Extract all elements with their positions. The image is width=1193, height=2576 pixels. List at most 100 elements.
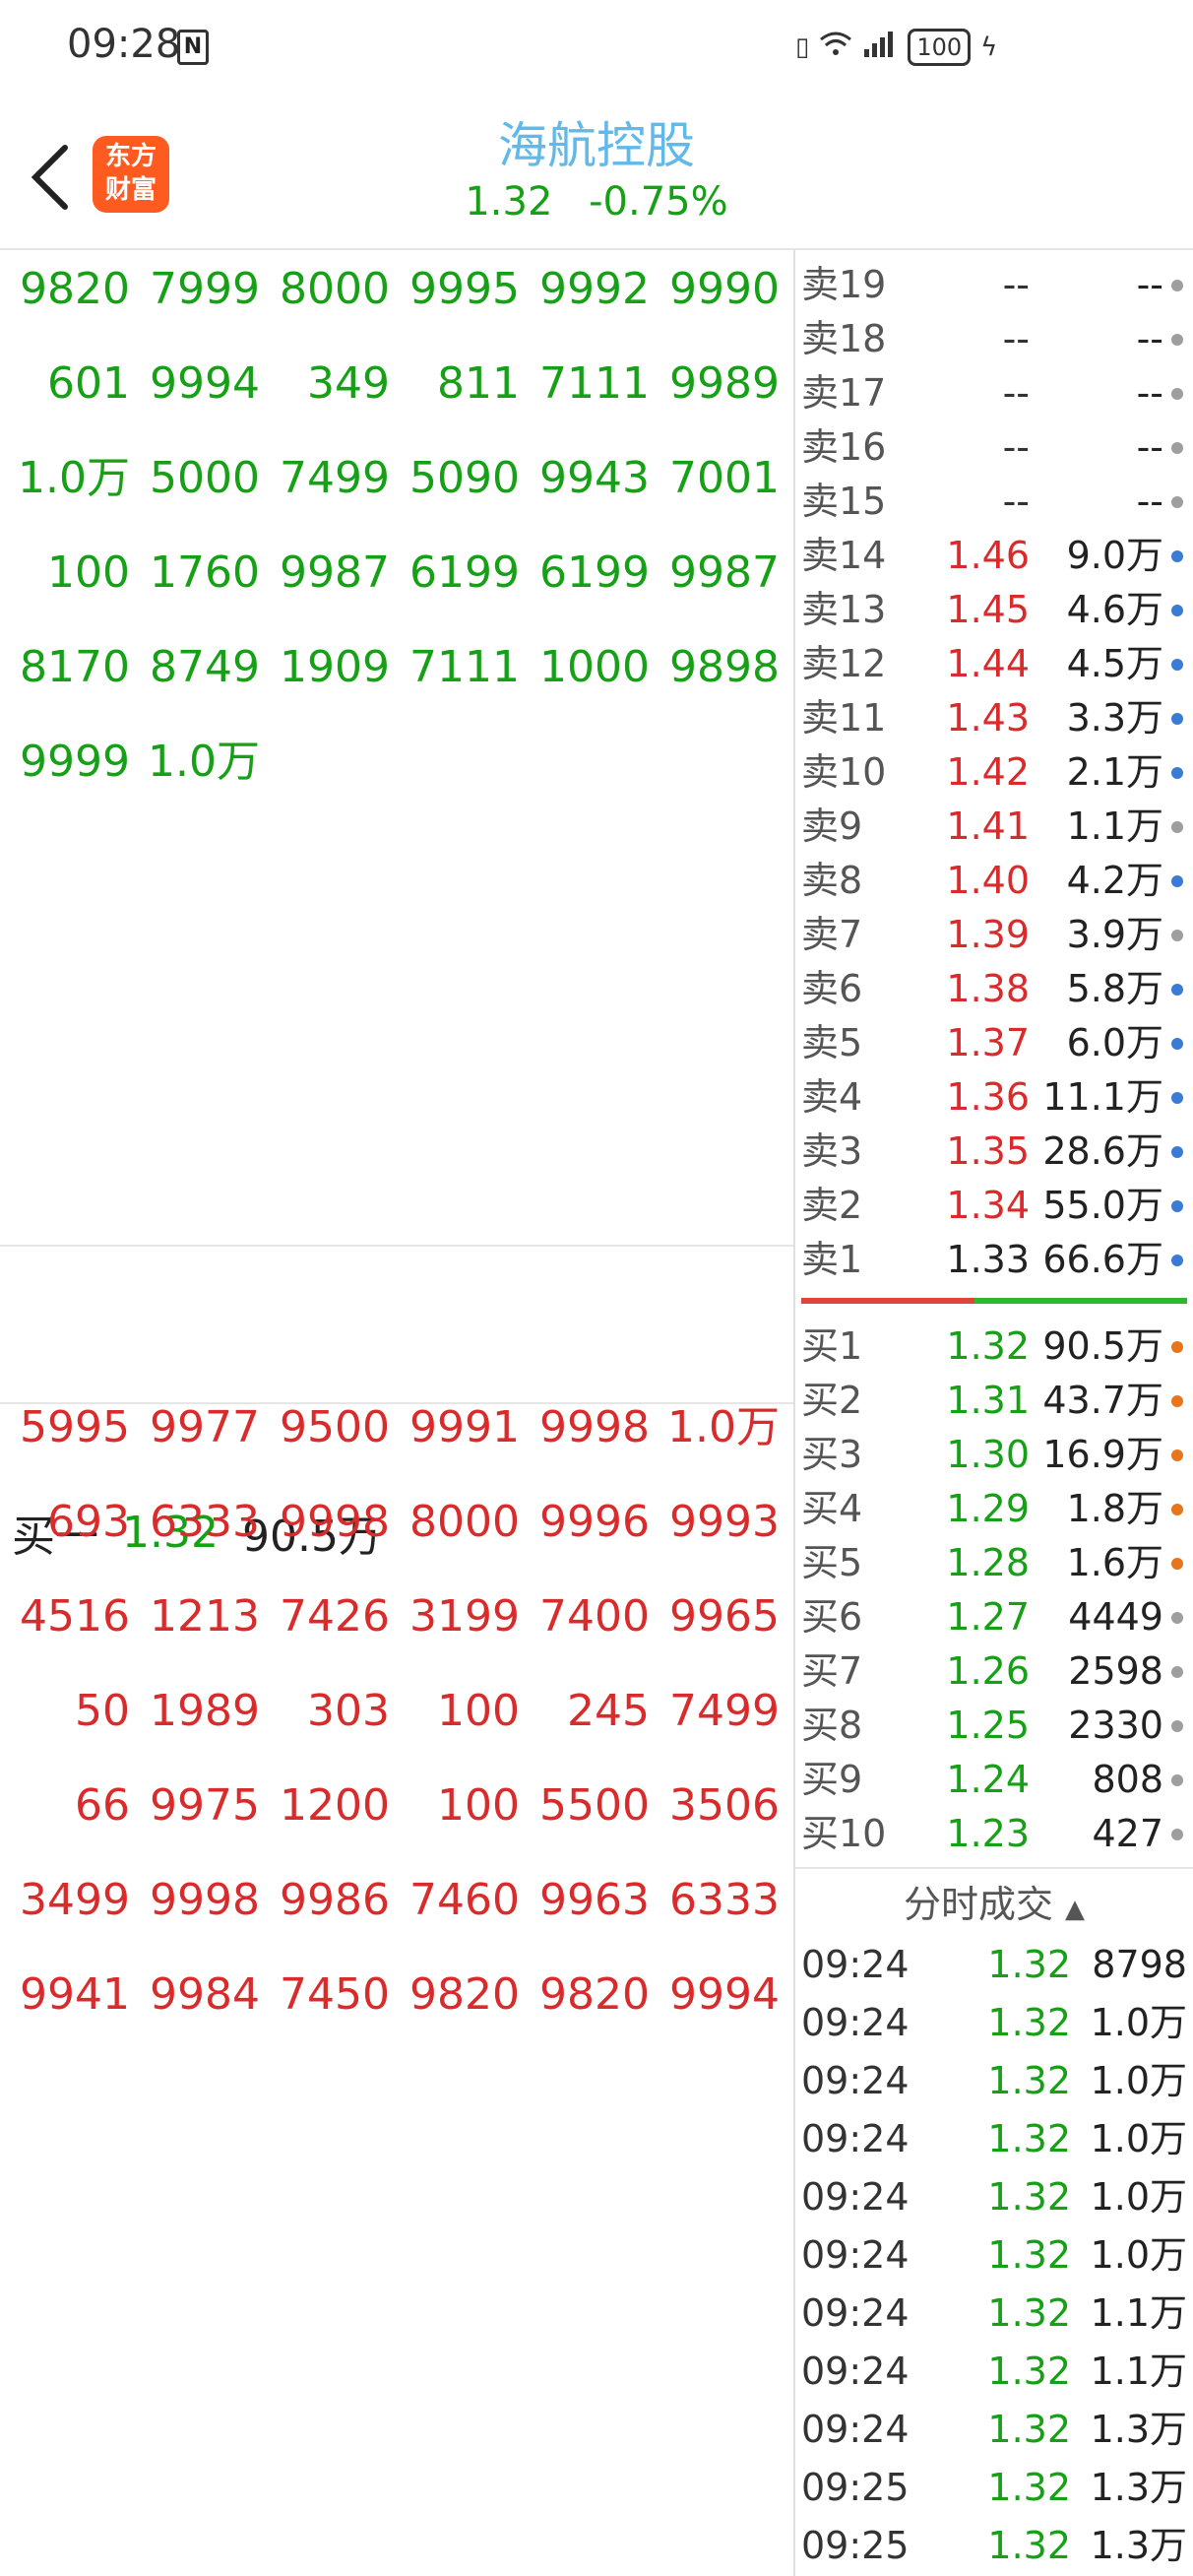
trade-time: 09:24 (801, 2001, 910, 2044)
order-price: 1.38 (946, 967, 1030, 1010)
order-book-row[interactable]: 买5 1.28 1.6万 (795, 1536, 1193, 1590)
queue-cell: 6333 (669, 1875, 780, 1925)
trade-volume: 1.1万 (1090, 2291, 1187, 2335)
queue-row: 66 9975 1200 100 5500 3506 (0, 1767, 793, 1845)
queue-cell: 9999 (20, 737, 130, 787)
order-book-row[interactable]: 卖16 -- -- (795, 420, 1193, 475)
queue-cell: 8749 (150, 642, 260, 692)
order-level-label: 卖8 (801, 859, 863, 902)
order-level-label: 卖10 (801, 750, 887, 794)
indicator-dot-icon (1171, 1449, 1183, 1461)
trade-price: 1.32 (987, 2524, 1071, 2567)
queue-cell: 9986 (280, 1875, 390, 1925)
order-level-label: 买4 (801, 1487, 863, 1530)
order-book-row[interactable]: 买3 1.30 16.9万 (795, 1428, 1193, 1482)
nfc-icon: N (177, 30, 209, 65)
indicator-dot-icon (1171, 1666, 1183, 1678)
trade-volume: 1.0万 (1090, 2175, 1187, 2219)
queue-cell (260, 723, 390, 802)
order-volume: 4.2万 (1066, 859, 1163, 902)
divider (795, 1867, 1193, 1869)
order-book-row[interactable]: 卖3 1.35 28.6万 (795, 1125, 1193, 1179)
trade-price: 1.32 (987, 2117, 1071, 2160)
queue-cell: 6199 (409, 547, 520, 598)
order-book-row[interactable]: 卖14 1.46 9.0万 (795, 529, 1193, 583)
order-book-row[interactable]: 卖5 1.37 6.0万 (795, 1016, 1193, 1070)
indicator-dot-icon (1171, 875, 1183, 887)
queue-row: 9941 9984 7450 9820 9820 9994 (0, 1956, 793, 2034)
queue-row: 8170 8749 1909 7111 1000 9898 (0, 628, 793, 707)
order-volume: 3.9万 (1066, 913, 1163, 956)
order-book-row[interactable]: 卖17 -- -- (795, 366, 1193, 420)
status-time: 09:28 (67, 22, 181, 67)
queue-cell: 811 (437, 358, 520, 409)
order-book-row[interactable]: 卖19 -- -- (795, 258, 1193, 312)
queue-cell: 6333 (150, 1497, 260, 1547)
indicator-dot-icon (1171, 1146, 1183, 1158)
order-queue-panel[interactable]: 9820 7999 8000 9995 9992 9990 601 9994 349 811 711… (0, 250, 795, 2576)
ask-ratio-bar (801, 1298, 974, 1304)
trades-toggle[interactable]: 分时成交 ▲ (795, 1875, 1193, 1934)
trade-row: 09:24 1.32 1.0万 (795, 2226, 1193, 2284)
trade-volume: 1.0万 (1090, 2059, 1187, 2102)
queue-cell: 9943 (539, 453, 650, 503)
order-book-row[interactable]: 买8 1.25 2330 (795, 1699, 1193, 1753)
trade-price: 1.32 (987, 2408, 1071, 2451)
stock-quote: 1.32 -0.75% (0, 179, 1193, 225)
order-book-row[interactable]: 卖2 1.34 55.0万 (795, 1179, 1193, 1233)
order-level-label: 卖3 (801, 1129, 863, 1173)
order-book-row[interactable]: 卖7 1.39 3.9万 (795, 908, 1193, 962)
order-price: -- (1002, 371, 1030, 415)
queue-cell: 66 (75, 1780, 130, 1831)
order-price: 1.29 (946, 1487, 1030, 1530)
queue-row: 9820 7999 8000 9995 9992 9990 (0, 250, 793, 329)
order-book-row[interactable]: 买9 1.24 808 (795, 1753, 1193, 1807)
order-volume: 11.1万 (1042, 1075, 1163, 1119)
order-book-row[interactable]: 买6 1.27 4449 (795, 1590, 1193, 1644)
order-book-row[interactable]: 买1 1.32 90.5万 (795, 1320, 1193, 1374)
order-book-row[interactable]: 买10 1.23 427 (795, 1807, 1193, 1861)
queue-row: 601 9994 349 811 7111 9989 (0, 345, 793, 423)
trade-price: 1.32 (987, 2350, 1071, 2393)
order-book-row[interactable]: 买7 1.26 2598 (795, 1644, 1193, 1699)
order-book-row[interactable]: 卖12 1.44 4.5万 (795, 637, 1193, 691)
queue-cell: 9994 (150, 358, 260, 409)
order-book-row[interactable]: 卖6 1.38 5.8万 (795, 962, 1193, 1016)
order-book-row[interactable]: 卖10 1.42 2.1万 (795, 745, 1193, 800)
order-volume: 4.6万 (1066, 588, 1163, 631)
queue-cell: 9996 (539, 1497, 650, 1547)
trade-row: 09:24 1.32 1.1万 (795, 2285, 1193, 2342)
indicator-dot-icon (1171, 1558, 1183, 1570)
order-level-label: 卖13 (801, 588, 887, 631)
indicator-dot-icon (1171, 713, 1183, 725)
indicator-dot-icon (1171, 930, 1183, 941)
order-book-row[interactable]: 卖4 1.36 11.1万 (795, 1070, 1193, 1125)
queue-cell: 9820 (20, 264, 130, 314)
trade-price: 1.32 (987, 2466, 1071, 2509)
indicator-dot-icon (1171, 1341, 1183, 1353)
queue-row: 50 1989 303 100 245 7499 (0, 1672, 793, 1751)
order-level-label: 卖4 (801, 1075, 863, 1119)
trade-row: 09:25 1.32 1.3万 (795, 2459, 1193, 2516)
order-level-label: 买2 (801, 1379, 863, 1422)
queue-cell: 50 (75, 1686, 130, 1736)
order-book-panel[interactable]: 卖19 -- -- 卖18 -- -- 卖17 -- -- 卖16 -- -- 卖15 -- -- 卖14 1.… (795, 250, 1193, 2576)
indicator-dot-icon (1171, 1038, 1183, 1050)
order-volume: 808 (1092, 1758, 1163, 1801)
order-level-label: 卖15 (801, 480, 887, 523)
order-book-row[interactable]: 卖18 -- -- (795, 312, 1193, 366)
order-book-row[interactable]: 卖13 1.45 4.6万 (795, 583, 1193, 637)
queue-cell: 9963 (539, 1875, 650, 1925)
order-book-row[interactable]: 买2 1.31 43.7万 (795, 1374, 1193, 1428)
order-book-row[interactable]: 买4 1.29 1.8万 (795, 1482, 1193, 1536)
queue-cell: 693 (47, 1497, 130, 1547)
order-book-row[interactable]: 卖1 1.33 66.6万 (795, 1233, 1193, 1287)
order-book-row[interactable]: 卖8 1.40 4.2万 (795, 854, 1193, 908)
order-book-row[interactable]: 卖15 -- -- (795, 475, 1193, 529)
queue-cell: 9995 (409, 264, 520, 314)
order-book-row[interactable]: 卖11 1.43 3.3万 (795, 691, 1193, 745)
trade-time: 09:24 (801, 2408, 910, 2451)
queue-cell: 1.0万 (18, 453, 130, 503)
order-level-label: 卖7 (801, 913, 863, 956)
order-book-row[interactable]: 卖9 1.41 1.1万 (795, 800, 1193, 854)
